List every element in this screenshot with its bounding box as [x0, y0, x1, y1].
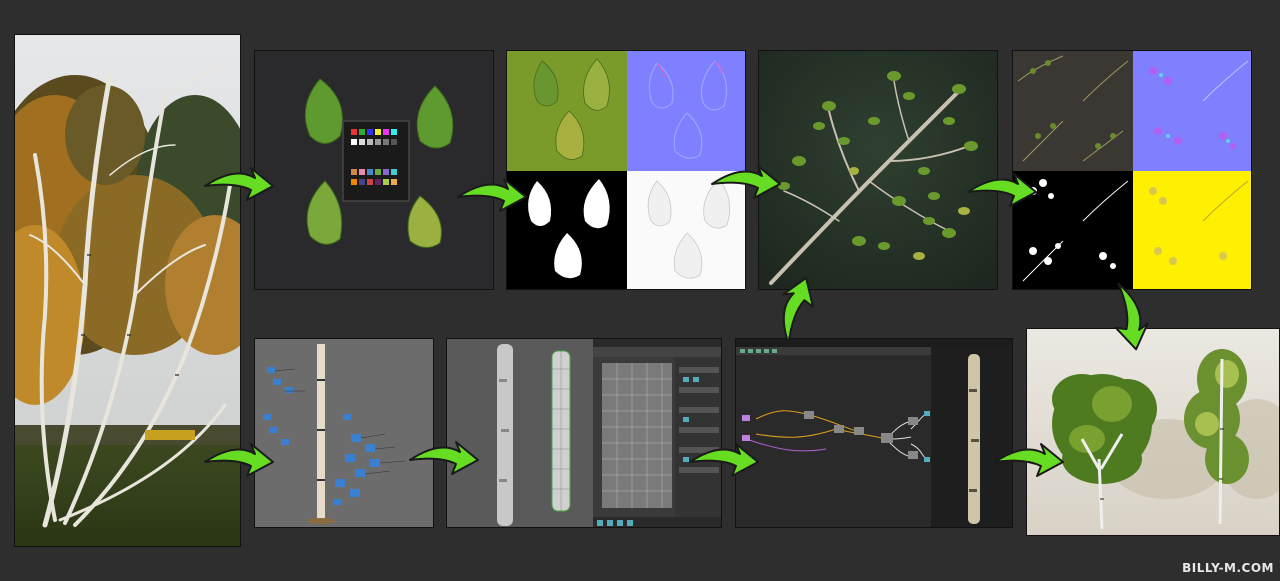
node-graph-editor — [736, 339, 1012, 527]
branch-render-panel — [758, 50, 998, 290]
watermark: BILLY-M.COM — [1182, 561, 1274, 575]
trunk-mesh-uv-editor — [447, 339, 721, 527]
reference-photo-panel — [14, 34, 241, 547]
atlas-normal — [1133, 51, 1251, 171]
normal-map — [627, 51, 745, 171]
bark-photogrammetry-panel — [254, 338, 434, 528]
leaf-scan-panel — [254, 50, 494, 290]
final-trees-render-panel — [1026, 328, 1280, 536]
ao-map — [627, 171, 745, 289]
opacity-map — [507, 171, 627, 289]
photogrammetry-cameras — [255, 339, 433, 527]
bark-node-graph-panel — [735, 338, 1013, 528]
albedo-map — [507, 51, 627, 171]
birch-tree-photo — [15, 35, 240, 546]
atlas-subsurface — [1133, 171, 1251, 289]
branch-atlas-panel — [1012, 50, 1252, 290]
bark-retopology-panel — [446, 338, 722, 528]
leaf-texture-maps-panel — [506, 50, 746, 290]
leaves-with-color-checker — [255, 51, 493, 289]
final-birch-trees — [1027, 329, 1279, 535]
birch-branch-3d — [759, 51, 997, 289]
atlas-opacity — [1013, 171, 1133, 289]
atlas-albedo — [1013, 51, 1133, 171]
